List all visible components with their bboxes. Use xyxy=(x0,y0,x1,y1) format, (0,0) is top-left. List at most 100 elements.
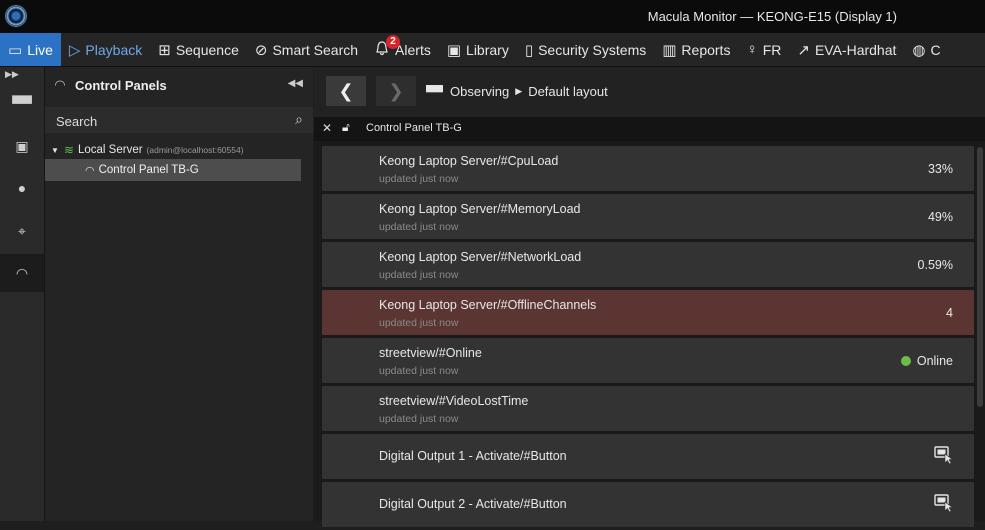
menu-security-systems[interactable]: ▯ Security Systems xyxy=(517,33,654,66)
screens-icon: ▣ xyxy=(15,137,29,154)
menu-library[interactable]: ▣ Library xyxy=(439,33,517,66)
row-updated: updated just now xyxy=(379,173,459,185)
main-menu-bar: ▭ Live ▷ Playback ⊞ Sequence ⊘ Smart Sea… xyxy=(0,33,985,67)
row-title: Digital Output 1 - Activate/#Button xyxy=(379,449,567,463)
globe-icon: ● xyxy=(17,180,27,196)
forward-button[interactable]: ❯ xyxy=(376,76,416,106)
menu-reports[interactable]: ▥ Reports xyxy=(654,33,738,66)
tab-title: Control Panel TB-G xyxy=(366,122,462,134)
menu-fr-label: FR xyxy=(762,41,782,58)
row-value: 49% xyxy=(927,210,953,224)
left-icon-rail: ▶▶ ▀▀ ▣ ● ⌖ ◠ xyxy=(0,67,45,521)
gauge-icon: ◠ xyxy=(15,264,29,281)
menu-live-label: Live xyxy=(27,41,53,58)
breadcrumb[interactable]: ▀▀ Observing ▶ Default layout xyxy=(426,84,608,99)
back-button[interactable]: ❮ xyxy=(326,76,366,106)
row-title: streetview/#VideoLostTime xyxy=(379,394,529,408)
play-icon: ▷ xyxy=(68,41,81,59)
status-text: Online xyxy=(916,354,953,368)
menu-sequence[interactable]: ⊞ Sequence xyxy=(150,33,247,66)
menu-playback-label: Playback xyxy=(85,41,143,58)
sequence-grid-icon: ⊞ xyxy=(158,41,171,59)
unlock-icon[interactable]: 🔓︎ xyxy=(342,120,350,135)
gauge-icon: ◠ xyxy=(85,164,95,177)
breadcrumb-separator-icon: ▶ xyxy=(515,86,523,96)
close-icon[interactable]: ✕ xyxy=(322,121,332,135)
chevron-left-icon: ❮ xyxy=(338,80,354,101)
app-logo-icon[interactable] xyxy=(5,5,27,27)
row-updated: updated just now xyxy=(379,365,459,377)
list-item[interactable]: Keong Laptop Server/#MemoryLoad updated … xyxy=(322,194,974,239)
nav-bar: ❮ ❯ ▀▀ Observing ▶ Default layout xyxy=(314,67,985,117)
menu-www-label: C xyxy=(930,41,941,58)
control-panel-rows: Keong Laptop Server/#CpuLoad updated jus… xyxy=(322,146,974,530)
tab-bar: ✕ 🔓︎ Control Panel TB-G xyxy=(314,117,985,141)
collapse-panel-icon[interactable]: ◀◀ xyxy=(288,78,303,89)
tree-item-control-panel[interactable]: ◠ Control Panel TB-G xyxy=(45,159,301,181)
menu-smart-search-label: Smart Search xyxy=(272,41,359,58)
menu-security-systems-label: Security Systems xyxy=(538,41,647,58)
row-value: 33% xyxy=(927,162,953,176)
row-updated: updated just now xyxy=(379,221,459,233)
rail-maps-button[interactable]: ● xyxy=(0,169,44,207)
window-title: Macula Monitor — KEONG-E15 (Display 1) xyxy=(647,9,897,24)
row-title: Keong Laptop Server/#CpuLoad xyxy=(379,154,559,168)
menu-smart-search[interactable]: ⊘ Smart Search xyxy=(247,33,366,66)
library-icon: ▣ xyxy=(446,41,462,59)
menu-reports-label: Reports xyxy=(681,41,731,58)
title-bar: Macula Monitor — KEONG-E15 (Display 1) xyxy=(0,0,985,33)
row-updated: updated just now xyxy=(379,269,459,281)
menu-fr[interactable]: ♀ FR xyxy=(738,33,789,66)
row-title: Keong Laptop Server/#NetworkLoad xyxy=(379,250,582,264)
click-action-icon: ⌖ xyxy=(18,222,26,239)
monitor-icon: ▭ xyxy=(8,41,23,59)
menu-library-label: Library xyxy=(466,41,509,58)
bar-chart-icon: ▥ xyxy=(662,41,677,59)
security-systems-icon: ▯ xyxy=(524,41,534,59)
menu-playback[interactable]: ▷ Playback xyxy=(61,33,150,66)
list-item-button[interactable]: Digital Output 1 - Activate/#Button xyxy=(322,434,974,479)
expand-rail-icon[interactable]: ▶▶ xyxy=(5,69,19,80)
rail-control-panels-button[interactable]: ◠ xyxy=(0,254,44,292)
menu-eva-hardhat-label: EVA-Hardhat xyxy=(814,41,897,58)
server-detail: (admin@localhost:60554) xyxy=(146,145,244,155)
list-item[interactable]: Keong Laptop Server/#CpuLoad updated jus… xyxy=(322,146,974,191)
row-updated: updated just now xyxy=(379,317,459,329)
rail-actions-button[interactable]: ⌖ xyxy=(0,212,44,250)
menu-alerts-label: Alerts xyxy=(395,41,431,58)
expand-triangle-icon[interactable]: ▼ xyxy=(51,146,59,155)
rail-layouts-button[interactable]: ▀▀ xyxy=(0,84,44,122)
click-button-icon[interactable] xyxy=(934,446,954,469)
tree-item-label: Control Panel TB-G xyxy=(98,164,199,176)
menu-sequence-label: Sequence xyxy=(175,41,239,58)
tree-item-local-server[interactable]: ▼ ≋ Local Server (admin@localhost:60554) xyxy=(51,141,244,159)
search-input[interactable] xyxy=(54,111,278,131)
menu-eva-hardhat[interactable]: ↗ EVA-Hardhat xyxy=(789,33,904,66)
menu-www[interactable]: ◍ C xyxy=(904,33,948,66)
menu-live[interactable]: ▭ Live xyxy=(0,33,61,66)
rows-scrollbar[interactable] xyxy=(977,147,983,407)
list-item-alert[interactable]: Keong Laptop Server/#OfflineChannels upd… xyxy=(322,290,974,335)
search-icon[interactable]: ⌕ xyxy=(295,111,303,128)
row-title: Keong Laptop Server/#MemoryLoad xyxy=(379,202,581,216)
gauge-icon: ◠ xyxy=(55,77,65,92)
search-row: ⌕ xyxy=(45,107,313,133)
row-title: Keong Laptop Server/#OfflineChannels xyxy=(379,298,597,312)
panel-header: ◠ Control Panels ◀◀ xyxy=(45,67,313,103)
row-value: 4 xyxy=(946,306,953,320)
server-label: Local Server xyxy=(77,144,143,156)
layout-icon: ▀▀ xyxy=(426,84,444,99)
menu-alerts[interactable]: 2 Alerts xyxy=(366,33,439,66)
breadcrumb-second: Default layout xyxy=(528,84,608,99)
chevron-right-icon: ❯ xyxy=(388,80,404,101)
row-title: streetview/#Online xyxy=(379,346,482,360)
click-button-icon[interactable] xyxy=(934,494,954,517)
list-item[interactable]: streetview/#VideoLostTime updated just n… xyxy=(322,386,974,431)
list-item[interactable]: Keong Laptop Server/#NetworkLoad updated… xyxy=(322,242,974,287)
list-item-button[interactable]: Digital Output 2 - Activate/#Button xyxy=(322,482,974,527)
list-item[interactable]: streetview/#Online updated just now Onli… xyxy=(322,338,974,383)
smart-search-icon: ⊘ xyxy=(254,41,268,59)
rail-monitors-button[interactable]: ▣ xyxy=(0,127,44,165)
external-link-icon: ↗ xyxy=(797,41,810,59)
breadcrumb-first: Observing xyxy=(450,84,510,99)
